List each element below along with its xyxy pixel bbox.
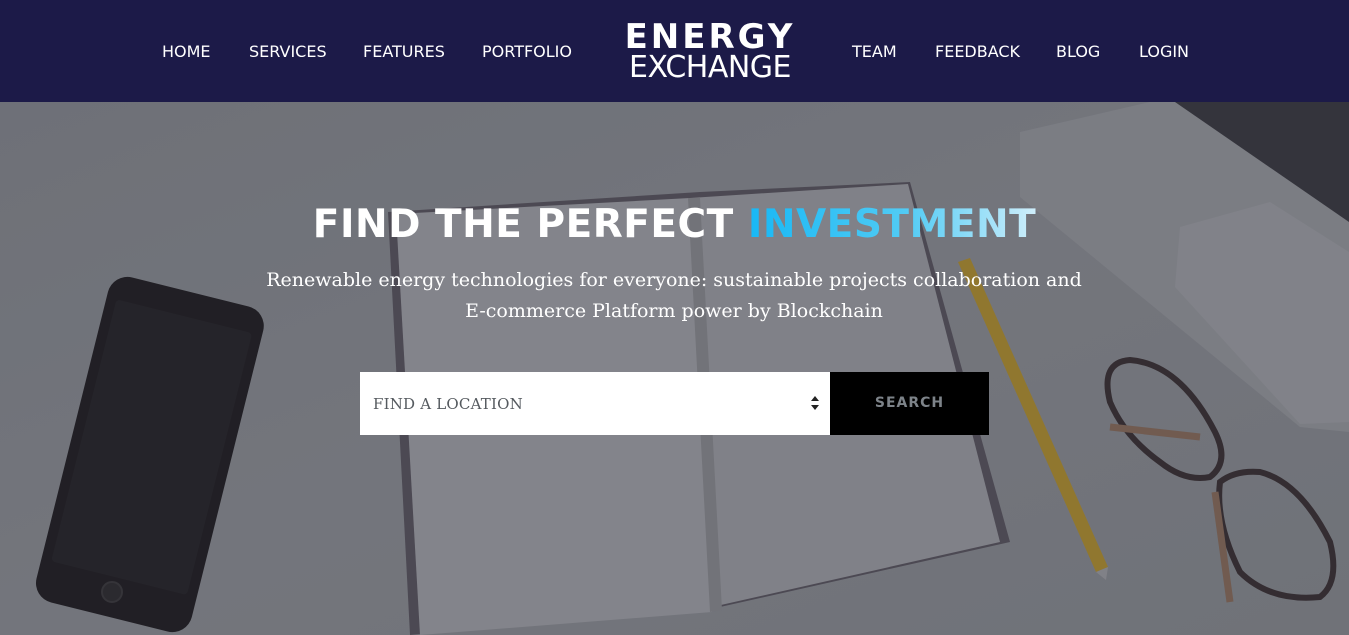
hero-title-main: FIND THE PERFECT — [312, 202, 748, 247]
nav-login[interactable]: LOGIN — [1139, 42, 1189, 62]
hero-dark-overlay — [0, 102, 1349, 635]
hero-title-accent: INVESTMENT — [747, 202, 1037, 247]
hero-title: FIND THE PERFECT INVESTMENT — [0, 202, 1349, 248]
site-logo[interactable]: ENERGY EXCHANGE — [620, 20, 800, 84]
location-select-value: FIND A LOCATION — [373, 395, 523, 413]
hero-section: FIND THE PERFECT INVESTMENT Renewable en… — [0, 102, 1349, 635]
nav-services[interactable]: SERVICES — [249, 42, 327, 62]
search-button[interactable]: SEARCH — [830, 372, 989, 435]
nav-features[interactable]: FEATURES — [363, 42, 445, 62]
nav-blog[interactable]: BLOG — [1056, 42, 1100, 62]
select-arrows-icon — [811, 396, 819, 410]
nav-home[interactable]: HOME — [162, 42, 211, 62]
nav-feedback[interactable]: FEEDBACK — [935, 42, 1020, 62]
hero-subtitle: Renewable energy technologies for everyo… — [266, 269, 1082, 322]
top-navbar: HOME SERVICES FEATURES PORTFOLIO ENERGY … — [0, 0, 1349, 102]
nav-portfolio[interactable]: PORTFOLIO — [482, 42, 572, 62]
logo-line-2: EXCHANGE — [629, 50, 792, 85]
logo-line-1: ENERGY — [624, 17, 796, 57]
nav-team[interactable]: TEAM — [852, 42, 897, 62]
location-select[interactable]: FIND A LOCATION — [360, 372, 830, 435]
